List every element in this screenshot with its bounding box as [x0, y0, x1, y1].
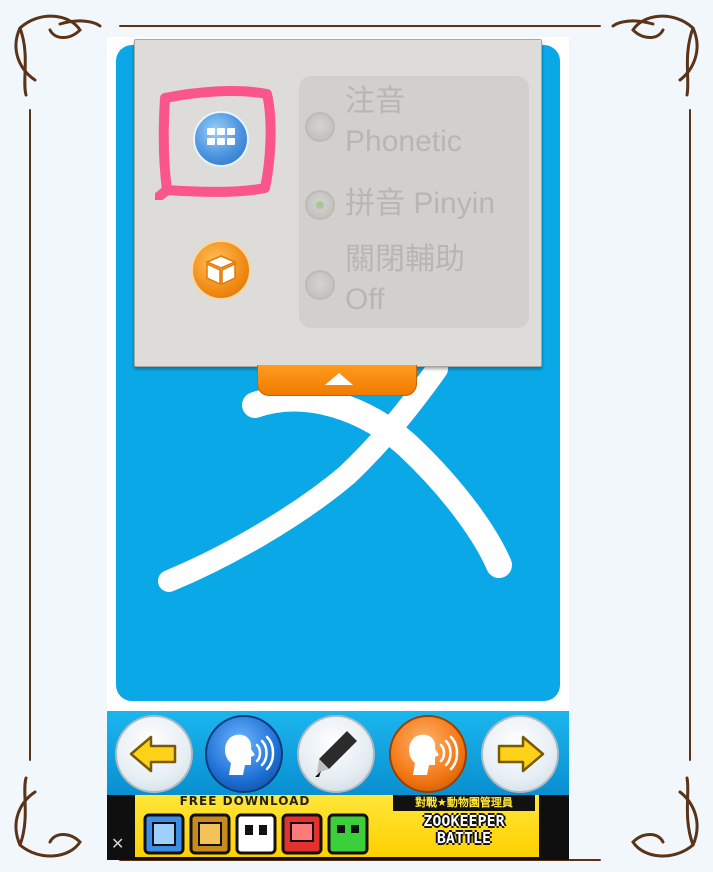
- popup-collapse-handle[interactable]: [257, 365, 417, 396]
- package-icon: [205, 255, 237, 286]
- previous-button[interactable]: [115, 715, 193, 793]
- option-label: Off: [345, 283, 385, 316]
- option-phonetic[interactable]: 注音 Phonetic: [299, 85, 529, 168]
- prev-arrow-icon: [129, 735, 177, 773]
- app-screen: 注音 Phonetic 拼音 Pinyin 關閉輔助 Off FREE DOWN…: [107, 37, 569, 860]
- radio-phonetic[interactable]: [305, 112, 335, 142]
- ad-title: ZOOKEEPER BATTLE: [393, 813, 535, 847]
- next-arrow-icon: [497, 735, 545, 773]
- option-off[interactable]: 關閉輔助 Off: [299, 243, 529, 328]
- ad-banner[interactable]: FREE DOWNLOAD 對戰★動物園管理員 ZOOKEEPER BATTLE…: [107, 794, 569, 860]
- draw-button[interactable]: [297, 715, 375, 793]
- bottom-toolbar: [107, 711, 569, 795]
- highlight-annotation: [155, 86, 276, 200]
- ad-subtitle: 對戰★動物園管理員: [393, 795, 535, 811]
- package-button[interactable]: [191, 240, 251, 300]
- ad-title-line: ZOOKEEPER: [423, 812, 505, 830]
- pen-icon: [315, 731, 357, 777]
- speak-icon: [225, 734, 275, 775]
- ad-title-line: BATTLE: [436, 829, 492, 847]
- input-mode-options: 注音 Phonetic 拼音 Pinyin 關閉輔助 Off: [299, 76, 529, 328]
- input-mode-popup: 注音 Phonetic 拼音 Pinyin 關閉輔助 Off: [134, 39, 542, 367]
- option-label: 拼音 Pinyin: [345, 187, 496, 220]
- ad-content[interactable]: FREE DOWNLOAD 對戰★動物園管理員 ZOOKEEPER BATTLE: [135, 794, 539, 857]
- ad-free-download: FREE DOWNLOAD: [179, 794, 311, 808]
- radio-off[interactable]: [305, 270, 335, 300]
- option-pinyin[interactable]: 拼音 Pinyin: [299, 186, 529, 230]
- option-label: 關閉輔助: [345, 243, 465, 276]
- next-button[interactable]: [481, 715, 559, 793]
- option-label: Phonetic: [345, 125, 462, 158]
- ad-close-button[interactable]: ✕: [111, 835, 124, 853]
- speak-slow-button[interactable]: [389, 715, 467, 793]
- radio-pinyin[interactable]: [305, 190, 335, 220]
- speak-icon: [409, 734, 459, 775]
- option-label: 注音: [345, 85, 405, 118]
- speak-button[interactable]: [205, 715, 283, 793]
- ad-characters-image: [143, 813, 369, 855]
